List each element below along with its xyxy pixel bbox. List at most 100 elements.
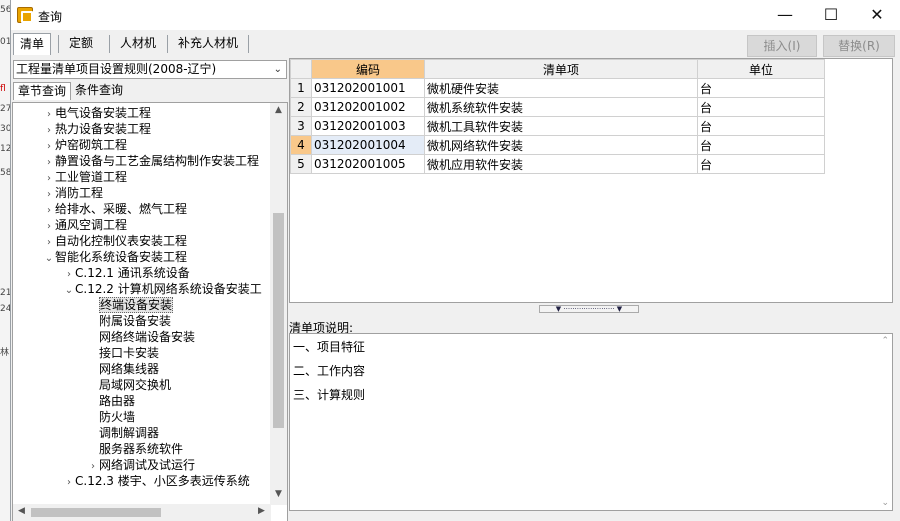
item-cell[interactable]: 微机网络软件安装 — [424, 135, 698, 155]
tree-node[interactable]: › C.12.3 楼宇、小区多表远传系统 — [63, 473, 250, 489]
tree-node[interactable]: › 消防工程 — [43, 185, 103, 201]
tree-node[interactable]: › 热力设备安装工程 — [43, 121, 151, 137]
scroll-down-icon[interactable]: ⌄ — [881, 498, 889, 508]
description-line: 一、项目特征 — [293, 340, 366, 354]
bill-grid: 编码 清单项 单位 1 031202001001 微机硬件安装台 2 031202001… — [289, 58, 893, 303]
tree-node-label: 接口卡安装 — [99, 346, 160, 360]
tree-node[interactable]: ⌄ 智能化系统设备安装工程 — [43, 249, 187, 265]
tree-node-label: 静置设备与工艺金属结构制作安装工程 — [55, 154, 260, 168]
code-cell[interactable]: 031202001001 — [311, 78, 425, 98]
maximize-button[interactable]: ☐ — [808, 0, 854, 30]
item-cell[interactable]: 微机硬件安装 — [424, 78, 698, 98]
insert-button[interactable]: 插入(I) — [747, 35, 817, 57]
item-cell[interactable]: 微机系统软件安装 — [424, 97, 698, 117]
code-cell[interactable]: 031202001003 — [311, 116, 425, 136]
row-number-cell[interactable]: 5 — [290, 154, 312, 174]
chevron-down-icon[interactable]: ⌄ — [63, 283, 75, 299]
item-cell[interactable]: 微机应用软件安装 — [424, 154, 698, 174]
tree-node-label: 热力设备安装工程 — [55, 122, 152, 136]
tree-node[interactable]: 网络集线器 — [87, 361, 159, 377]
tree-node[interactable]: 网络终端设备安装 — [87, 329, 195, 345]
tree-node-label: C.12.1 通讯系统设备 — [75, 266, 190, 280]
scroll-down-icon[interactable]: ▼ — [270, 489, 287, 499]
unit-cell[interactable]: 台 — [697, 97, 825, 117]
unit-cell[interactable]: 台 — [697, 116, 825, 136]
row-number-cell[interactable]: 1 — [290, 78, 312, 98]
unit-cell[interactable]: 台 — [697, 135, 825, 155]
scroll-left-icon[interactable]: ◀ — [13, 506, 30, 516]
tree-node-label: 服务器系统软件 — [99, 442, 184, 456]
tree-node[interactable]: › C.12.1 通讯系统设备 — [63, 265, 190, 281]
chevron-right-icon[interactable]: › — [63, 475, 75, 491]
tree-node[interactable]: › 给排水、采暖、燃气工程 — [43, 201, 187, 217]
tree-node[interactable]: 终端设备安装 — [87, 297, 174, 313]
column-header-unit[interactable]: 单位 — [697, 59, 825, 79]
row-number-cell[interactable]: 2 — [290, 97, 312, 117]
unit-cell[interactable]: 台 — [697, 78, 825, 98]
tab-divider — [248, 35, 249, 53]
tree-node[interactable]: › 网络调试及试运行 — [87, 457, 195, 473]
tree-node[interactable]: ⌄ C.12.2 计算机网络系统设备安装工 — [63, 281, 262, 297]
tree-node[interactable]: 路由器 — [87, 393, 135, 409]
tree-node-label: 电气设备安装工程 — [55, 106, 152, 120]
tree-node[interactable]: › 静置设备与工艺金属结构制作安装工程 — [43, 153, 259, 169]
tab-quota[interactable]: 定额 — [63, 33, 99, 55]
column-header-item[interactable]: 清单项 — [424, 59, 698, 79]
bg-fragment: 林 — [0, 348, 10, 358]
tab-divider — [167, 35, 168, 53]
code-cell[interactable]: 031202001004 — [311, 135, 425, 155]
description-box[interactable]: 一、项目特征 二、工作内容 三、计算规则 ⌃ ⌄ — [289, 333, 893, 511]
query-dialog: 查询 — ☐ ✕ 清单 定额 人材机 补充人材机 插入(I) 替换(R) 工程量… — [10, 0, 900, 521]
scroll-up-icon[interactable]: ▲ — [270, 105, 287, 115]
chevron-down-icon[interactable]: ⌄ — [43, 251, 55, 267]
tree-node-label: 通风空调工程 — [55, 218, 128, 232]
table-row[interactable]: 3 031202001003 微机工具软件安装台 — [290, 116, 825, 136]
tree-node[interactable]: 调制解调器 — [87, 425, 159, 441]
tab-material[interactable]: 人材机 — [114, 33, 162, 55]
tab-condition-query[interactable]: 条件查询 — [71, 82, 127, 100]
tree-node[interactable]: 服务器系统软件 — [87, 441, 183, 457]
title-bar: 查询 — ☐ ✕ — [11, 0, 900, 30]
minimize-button[interactable]: — — [762, 0, 808, 30]
right-panel: 编码 清单项 单位 1 031202001001 微机硬件安装台 2 031202001… — [289, 58, 900, 521]
tree-node[interactable]: › 电气设备安装工程 — [43, 105, 151, 121]
column-header-code[interactable]: 编码 — [311, 59, 425, 79]
scroll-up-icon[interactable]: ⌃ — [881, 336, 889, 346]
tab-supplement-material[interactable]: 补充人材机 — [172, 33, 244, 55]
tree-node[interactable]: 接口卡安装 — [87, 345, 159, 361]
tree-node[interactable]: › 炉窑砌筑工程 — [43, 137, 127, 153]
vertical-scrollbar[interactable]: ▲ ▼ — [270, 103, 287, 505]
tree-node-label: C.12.3 楼宇、小区多表远传系统 — [75, 474, 250, 488]
close-button[interactable]: ✕ — [854, 0, 900, 30]
tree-node[interactable]: 附属设备安装 — [87, 313, 171, 329]
table-row[interactable]: 2 031202001002 微机系统软件安装台 — [290, 97, 825, 117]
tab-bill[interactable]: 清单 — [13, 33, 52, 55]
row-number-cell[interactable]: 4 — [290, 135, 312, 155]
replace-button[interactable]: 替换(R) — [823, 35, 895, 57]
tab-divider — [58, 35, 59, 53]
tree-node[interactable]: 防火墙 — [87, 409, 135, 425]
tree-node[interactable]: › 通风空调工程 — [43, 217, 127, 233]
table-row[interactable]: 5 031202001005 微机应用软件安装台 — [290, 154, 825, 174]
rule-select[interactable]: 工程量清单项目设置规则(2008-辽宁) ⌄ — [13, 60, 287, 79]
code-cell[interactable]: 031202001005 — [311, 154, 425, 174]
tree-node-label: 附属设备安装 — [99, 314, 172, 328]
splitter-handle[interactable]: ▼ ······················· ▼ — [539, 305, 639, 313]
rule-select-value: 工程量清单项目设置规则(2008-辽宁) — [16, 62, 217, 76]
tree-node-label: 炉窑砌筑工程 — [55, 138, 128, 152]
scroll-thumb[interactable] — [273, 213, 284, 428]
scroll-thumb[interactable] — [31, 508, 161, 517]
unit-cell[interactable]: 台 — [697, 154, 825, 174]
item-cell[interactable]: 微机工具软件安装 — [424, 116, 698, 136]
scroll-right-icon[interactable]: ▶ — [253, 506, 270, 516]
tree-node-label: 防火墙 — [99, 410, 136, 424]
table-row[interactable]: 1 031202001001 微机硬件安装台 — [290, 78, 825, 98]
tab-chapter-query[interactable]: 章节查询 — [13, 82, 72, 100]
code-cell[interactable]: 031202001002 — [311, 97, 425, 117]
tree-node[interactable]: 局域网交换机 — [87, 377, 171, 393]
horizontal-scrollbar[interactable]: ◀ ▶ — [13, 504, 271, 521]
tree-node[interactable]: › 工业管道工程 — [43, 169, 127, 185]
tree-node[interactable]: › 自动化控制仪表安装工程 — [43, 233, 187, 249]
row-number-cell[interactable]: 3 — [290, 116, 312, 136]
table-row[interactable]: 4 031202001004 微机网络软件安装台 — [290, 135, 825, 155]
